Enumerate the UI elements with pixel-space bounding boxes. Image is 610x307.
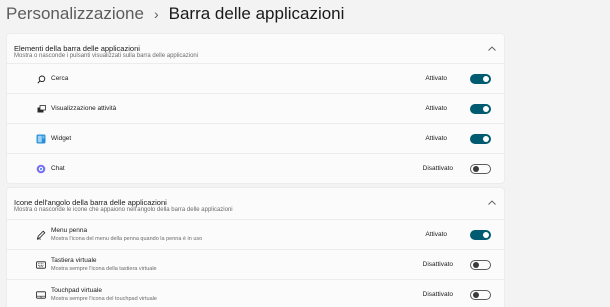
search-toggle[interactable] [470, 74, 491, 84]
keyboard-icon [36, 260, 46, 270]
chevron-up-icon[interactable] [487, 197, 497, 207]
chat-toggle[interactable] [470, 164, 491, 174]
setting-label: Touchpad virtuale [51, 287, 102, 294]
breadcrumb-parent-link[interactable]: Personalizzazione [6, 4, 144, 24]
toggle-status-text: Attivato [425, 105, 447, 112]
setting-row-chat[interactable]: Chat Disattivato [6, 154, 505, 184]
widgets-icon [36, 134, 46, 144]
toggle-status-text: Attivato [425, 231, 447, 238]
task-view-icon [36, 104, 46, 114]
toggle-status-text: Attivato [425, 135, 447, 142]
setting-sublabel: Mostra sempre l'icona della tastiera vir… [51, 266, 157, 272]
page-title: Barra delle applicazioni [168, 4, 345, 23]
toggle-status-text: Disattivato [422, 291, 453, 298]
section-description: Mostra o nasconde le icone che appaiono … [14, 207, 233, 213]
touchpad-icon [36, 290, 46, 300]
setting-label: Visualizzazione attività [51, 105, 117, 112]
pen-menu-toggle[interactable] [470, 230, 491, 240]
toggle-status-text: Attivato [425, 75, 447, 82]
section-taskbar-corner-icons: Icone dell'angolo della barra delle appl… [6, 187, 505, 307]
setting-label: Menu penna [51, 227, 88, 234]
widgets-toggle[interactable] [470, 134, 491, 144]
section-taskbar-items: Elementi della barra delle applicazioni … [6, 33, 505, 184]
toggle-status-text: Disattivato [422, 261, 453, 268]
setting-row-search[interactable]: Cerca Attivato [6, 64, 505, 94]
section-title: Elementi della barra delle applicazioni [14, 44, 140, 53]
setting-row-virtual-touchpad[interactable]: Touchpad virtuale Mostra sempre l'icona … [6, 280, 505, 307]
chevron-up-icon[interactable] [487, 43, 497, 53]
search-icon [36, 74, 46, 84]
section-title: Icone dell'angolo della barra delle appl… [14, 198, 167, 207]
setting-row-widgets[interactable]: Widget Attivato [6, 124, 505, 154]
section-description: Mostra o nasconde i pulsanti visualizzat… [14, 53, 199, 59]
breadcrumb: Personalizzazione › Barra delle applicaz… [6, 3, 344, 25]
virtual-touchpad-toggle[interactable] [470, 290, 491, 300]
setting-label: Cerca [51, 75, 69, 82]
setting-label: Tastiera virtuale [51, 257, 97, 264]
chat-icon [36, 164, 46, 174]
toggle-status-text: Disattivato [422, 165, 453, 172]
pen-icon [36, 230, 46, 240]
task-view-toggle[interactable] [470, 104, 491, 114]
setting-row-touch-keyboard[interactable]: Tastiera virtuale Mostra sempre l'icona … [6, 250, 505, 280]
setting-sublabel: Mostra l'icona del menu della penna quan… [51, 236, 203, 242]
section-header-corner-icons[interactable]: Icone dell'angolo della barra delle appl… [6, 187, 505, 220]
setting-row-pen-menu[interactable]: Menu penna Mostra l'icona del menu della… [6, 220, 505, 250]
breadcrumb-separator: › [153, 6, 159, 22]
setting-label: Chat [51, 165, 65, 172]
settings-page: Personalizzazione › Barra delle applicaz… [0, 0, 610, 307]
setting-sublabel: Mostra sempre l'icona del touchpad virtu… [51, 296, 157, 302]
section-header-taskbar-items[interactable]: Elementi della barra delle applicazioni … [6, 33, 505, 64]
setting-row-task-view[interactable]: Visualizzazione attività Attivato [6, 94, 505, 124]
touch-keyboard-toggle[interactable] [470, 260, 491, 270]
setting-label: Widget [51, 135, 72, 142]
